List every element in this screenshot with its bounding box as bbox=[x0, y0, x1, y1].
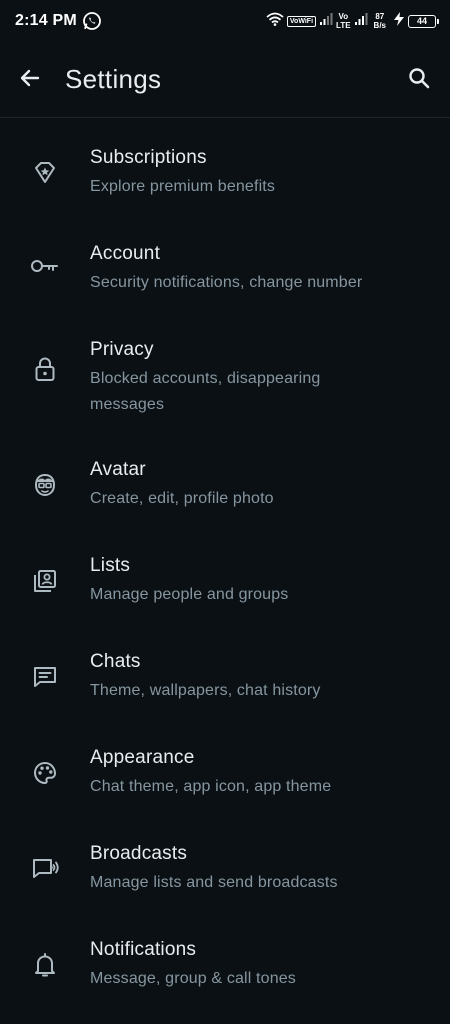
network-speed: 87 B/s bbox=[374, 12, 386, 30]
bell-icon bbox=[28, 948, 62, 982]
setting-title: Notifications bbox=[90, 939, 197, 960]
setting-item-chats[interactable]: Chats Theme, wallpapers, chat history bbox=[0, 640, 450, 730]
signal-icon bbox=[319, 12, 333, 31]
palette-icon bbox=[28, 756, 62, 790]
key-icon bbox=[28, 249, 62, 283]
charging-icon bbox=[393, 11, 405, 31]
setting-subtitle: Security notifications, change number bbox=[90, 274, 363, 291]
volte-indicator: Vo LTE bbox=[336, 12, 351, 30]
chat-message-icon bbox=[28, 660, 62, 694]
setting-title: Broadcasts bbox=[90, 843, 188, 864]
volte-bottom-label: LTE bbox=[336, 21, 351, 30]
broadcast-icon bbox=[28, 852, 62, 886]
setting-title: Avatar bbox=[90, 459, 146, 480]
setting-item-lists[interactable]: Lists Manage people and groups bbox=[0, 544, 450, 634]
signal-2-icon bbox=[354, 12, 368, 31]
setting-subtitle-line: Blocked accounts, disappearing bbox=[90, 370, 321, 387]
search-button[interactable] bbox=[404, 65, 434, 95]
lock-icon bbox=[28, 352, 62, 386]
back-button[interactable] bbox=[15, 65, 45, 95]
setting-subtitle: Message, group & call tones bbox=[90, 970, 296, 987]
setting-subtitle: Explore premium benefits bbox=[90, 178, 276, 195]
setting-subtitle: Theme, wallpapers, chat history bbox=[90, 682, 321, 699]
setting-title: Lists bbox=[90, 555, 131, 576]
contact-list-icon bbox=[28, 564, 62, 598]
status-indicators: VoWiFi Vo LTE 87 B/s 44 bbox=[266, 10, 439, 32]
volte-top-label: Vo bbox=[338, 12, 349, 21]
setting-subtitle: Manage people and groups bbox=[90, 586, 289, 603]
setting-item-subscriptions[interactable]: Subscriptions Explore premium benefits bbox=[0, 136, 450, 226]
setting-item-avatar[interactable]: Avatar Create, edit, profile photo bbox=[0, 448, 450, 538]
page-title: Settings bbox=[65, 64, 162, 94]
setting-item-notifications[interactable]: Notifications Message, group & call tone… bbox=[0, 928, 450, 1018]
search-icon bbox=[407, 66, 431, 95]
setting-subtitle: Manage lists and send broadcasts bbox=[90, 874, 338, 891]
speed-unit: B/s bbox=[373, 21, 386, 30]
setting-subtitle: Blocked accounts, disappearing messages bbox=[90, 366, 430, 417]
speed-value: 87 bbox=[375, 12, 385, 21]
setting-subtitle: Chat theme, app icon, app theme bbox=[90, 778, 332, 795]
whatsapp-notification-icon bbox=[82, 11, 102, 31]
avatar-face-icon bbox=[28, 468, 62, 502]
status-time: 2:14 PM bbox=[15, 12, 77, 29]
setting-item-privacy[interactable]: Privacy Blocked accounts, disappearing m… bbox=[0, 328, 450, 444]
setting-subtitle: Create, edit, profile photo bbox=[90, 490, 274, 507]
badge-star-icon bbox=[28, 156, 62, 190]
status-bar: 2:14 PM VoWiFi Vo LTE 87 B/s 44 bbox=[0, 0, 450, 44]
vowifi-badge: VoWiFi bbox=[286, 15, 317, 27]
app-header: Settings bbox=[0, 44, 450, 118]
setting-title: Chats bbox=[90, 651, 141, 672]
setting-item-account[interactable]: Account Security notifications, change n… bbox=[0, 232, 450, 322]
setting-item-broadcasts[interactable]: Broadcasts Manage lists and send broadca… bbox=[0, 832, 450, 922]
arrow-left-icon bbox=[18, 66, 42, 95]
setting-title: Privacy bbox=[90, 339, 154, 360]
setting-title: Account bbox=[90, 243, 161, 264]
setting-item-appearance[interactable]: Appearance Chat theme, app icon, app the… bbox=[0, 736, 450, 826]
setting-title: Appearance bbox=[90, 747, 195, 768]
setting-title: Subscriptions bbox=[90, 147, 207, 168]
wifi-icon bbox=[266, 12, 284, 31]
battery-indicator: 44 bbox=[408, 14, 439, 28]
setting-subtitle-line: messages bbox=[90, 396, 165, 413]
